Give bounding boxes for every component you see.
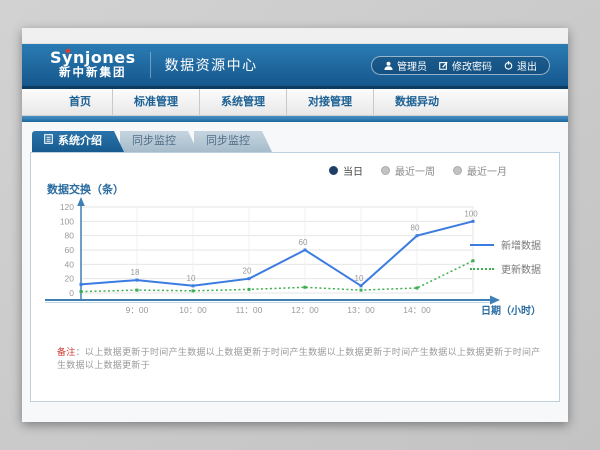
tab-sync-monitor-2[interactable]: 同步监控 xyxy=(194,131,272,152)
tab-system-intro[interactable]: 系统介绍 xyxy=(32,131,124,152)
document-icon xyxy=(44,131,53,152)
svg-text:9：00: 9：00 xyxy=(126,305,149,315)
change-password-button[interactable]: 修改密码 xyxy=(439,58,492,73)
logo-subtitle: 新中新集团 xyxy=(50,68,136,80)
time-range-filter: 当日 最近一周 最近一月 xyxy=(329,163,507,178)
svg-text:12：00: 12：00 xyxy=(291,305,319,315)
radio-last-month[interactable]: 最近一月 xyxy=(453,163,507,178)
chart-legend: 新增数据 更新数据 xyxy=(470,237,541,285)
edit-icon xyxy=(439,61,448,70)
svg-text:100: 100 xyxy=(60,216,74,226)
nav-item-data-change[interactable]: 数据异动 xyxy=(373,89,460,115)
tab-sync-monitor-1[interactable]: 同步监控 xyxy=(120,131,198,152)
nav-item-standard-mgmt[interactable]: 标准管理 xyxy=(112,89,199,115)
nav-item-interface-mgmt[interactable]: 对接管理 xyxy=(286,89,373,115)
legend-item-update-data: 更新数据 xyxy=(470,261,541,276)
svg-text:日期（小时）: 日期（小时） xyxy=(481,304,541,317)
dotted-line-icon xyxy=(470,268,494,270)
svg-text:20: 20 xyxy=(65,274,75,284)
svg-text:11：00: 11：00 xyxy=(236,305,263,315)
nav-item-home[interactable]: 首页 xyxy=(48,89,112,115)
footer-note: 备注：以上数据更新于时间产生数据以上数据更新于时间产生数据以上数据更新于时间产生… xyxy=(57,345,543,371)
app-window: Synjones 新中新集团 数据资源中心 管理员 修改密码 退出 首页 标准管… xyxy=(22,28,568,422)
svg-text:13：00: 13：00 xyxy=(347,305,375,315)
power-icon xyxy=(504,61,513,70)
svg-text:10: 10 xyxy=(355,274,364,283)
y-axis-title: 数据交换（条） xyxy=(47,181,124,197)
svg-text:100: 100 xyxy=(464,209,478,218)
radio-dot xyxy=(381,166,390,175)
line-chart: 0 20 40 60 80 100 120 9：00 10：00 11：00 12：00 13：00 1… xyxy=(43,197,543,319)
svg-text:20: 20 xyxy=(243,267,252,276)
logout-button[interactable]: 退出 xyxy=(504,58,537,73)
main-nav: 首页 标准管理 系统管理 对接管理 数据异动 xyxy=(22,89,568,116)
svg-text:40: 40 xyxy=(65,259,75,269)
radio-dot xyxy=(453,166,462,175)
company-logo: Synjones 新中新集团 xyxy=(50,50,136,80)
header-divider xyxy=(150,52,151,78)
user-icon xyxy=(384,61,393,70)
radio-today[interactable]: 当日 xyxy=(329,163,363,178)
note-text: ：以上数据更新于时间产生数据以上数据更新于时间产生数据以上数据更新于时间产生数据… xyxy=(57,347,541,370)
header-action-group: 管理员 修改密码 退出 xyxy=(371,56,550,75)
svg-text:18: 18 xyxy=(131,268,140,277)
radio-dot xyxy=(329,166,338,175)
svg-text:10：00: 10：00 xyxy=(179,305,207,315)
app-header: Synjones 新中新集团 数据资源中心 管理员 修改密码 退出 xyxy=(22,44,568,86)
svg-text:10: 10 xyxy=(187,274,196,283)
chart-area: 0 20 40 60 80 100 120 9：00 10：00 11：00 12：00 13：00 1… xyxy=(43,197,543,324)
tab-bar: 系统介绍 同步监控 同步监控 xyxy=(32,131,560,152)
svg-text:60: 60 xyxy=(65,245,75,255)
main-content: 系统介绍 同步监控 同步监控 当日 最近一周 xyxy=(22,122,568,422)
svg-text:14：00: 14：00 xyxy=(403,305,431,315)
window-top-strip xyxy=(22,28,568,44)
svg-text:120: 120 xyxy=(60,202,74,212)
logo-text: Synjones xyxy=(50,50,136,66)
svg-text:80: 80 xyxy=(411,224,420,233)
svg-text:80: 80 xyxy=(65,231,75,241)
solid-line-icon xyxy=(470,244,494,246)
radio-last-week[interactable]: 最近一周 xyxy=(381,163,435,178)
note-label: 备注 xyxy=(57,347,76,357)
svg-text:0: 0 xyxy=(69,288,74,298)
chart-panel: 当日 最近一周 最近一月 数据交换（条） 0 20 40 60 80 100 120 9：00… xyxy=(30,152,560,402)
nav-item-system-mgmt[interactable]: 系统管理 xyxy=(199,89,286,115)
legend-item-new-data: 新增数据 xyxy=(470,237,541,252)
admin-user-button[interactable]: 管理员 xyxy=(384,58,427,73)
svg-text:60: 60 xyxy=(299,238,308,247)
page-title: 数据资源中心 xyxy=(165,55,258,75)
